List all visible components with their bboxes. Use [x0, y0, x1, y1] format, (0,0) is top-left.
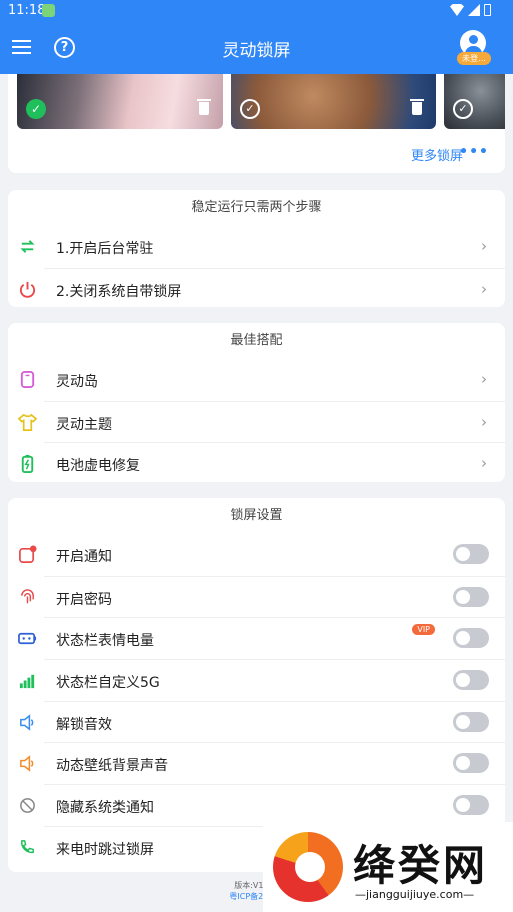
row-label: 电池虚电修复: [56, 458, 140, 475]
watermark-logo: [273, 832, 343, 902]
hide-icon: [20, 798, 35, 814]
wallpaper-thumbnail[interactable]: ✓: [231, 74, 436, 129]
tshirt-icon: [18, 413, 37, 431]
step-row-lockscreen[interactable]: 2.关闭系统自带锁屏 ›: [19, 267, 505, 310]
setting-row-custom-5g[interactable]: 状态栏自定义5G: [19, 659, 505, 701]
battery-status-icon: [484, 4, 491, 16]
login-badge[interactable]: 未登...: [457, 52, 491, 65]
row-label: 开启通知: [56, 549, 112, 565]
app-bar: ? 灵动锁屏 未登...: [0, 22, 513, 74]
phone-icon: [20, 370, 35, 389]
steps-card: 稳定运行只需两个步骤 1.开启后台常驻 › 2.关闭系统自带锁屏 ›: [8, 190, 505, 307]
fingerprint-icon: [21, 588, 34, 603]
wallpaper-card: ✓ ✓ ✓ 更多锁屏 •••: [8, 74, 505, 173]
unselected-check-icon[interactable]: ✓: [240, 99, 260, 119]
more-lockscreens-link[interactable]: 更多锁屏: [411, 145, 463, 164]
chevron-right-icon: ›: [481, 279, 487, 298]
refresh-icon: [20, 240, 35, 253]
app-notification-icon: [42, 4, 55, 17]
row-label: 解锁音效: [56, 716, 112, 733]
status-bar: 11:18: [0, 0, 513, 22]
page-title: 灵动锁屏: [222, 41, 291, 61]
row-dynamic-island[interactable]: 灵动岛 ›: [20, 359, 505, 401]
setting-row-notification[interactable]: 开启通知: [19, 534, 505, 576]
card-title: 最佳搭配: [230, 333, 283, 348]
setting-row-hide-system-notifications[interactable]: 隐藏系统类通知: [20, 784, 505, 826]
row-label: 动态壁纸背景声音: [56, 758, 168, 775]
card-title: 稳定运行只需两个步骤: [191, 200, 322, 215]
lockscreen-settings-card: 锁屏设置 开启通知 开启密码 状态栏表情电量 VIP 状态栏自定义5G 解锁音效…: [8, 498, 505, 872]
row-label: 隐藏系统类通知: [56, 800, 154, 817]
chevron-right-icon: ›: [481, 370, 487, 388]
row-label: 来电时跳过锁屏: [56, 841, 154, 858]
row-label: 灵动主题: [56, 416, 112, 433]
vip-badge: VIP: [412, 624, 435, 636]
unselected-check-icon[interactable]: ✓: [453, 99, 473, 119]
watermark: 绛癸网 —jiangguijiuye.com—: [263, 822, 513, 912]
power-icon: [19, 281, 36, 298]
toggle-switch[interactable]: [453, 628, 489, 649]
delete-icon[interactable]: [197, 99, 211, 115]
best-match-card: 最佳搭配 灵动岛 › 灵动主题 › 电池虚电修复 ›: [8, 323, 505, 482]
card-title: 锁屏设置: [230, 508, 283, 523]
signal-icon: [468, 4, 480, 16]
battery-icon: [21, 455, 34, 474]
row-label: 状态栏自定义5G: [56, 675, 160, 692]
row-label: 2.关闭系统自带锁屏: [56, 283, 182, 300]
selected-check-icon: ✓: [26, 99, 46, 119]
chevron-right-icon: ›: [481, 412, 487, 431]
status-time: 11:18: [8, 3, 46, 18]
row-label: 灵动岛: [56, 374, 98, 390]
notification-icon: [19, 545, 37, 563]
toggle-switch[interactable]: [453, 795, 489, 816]
setting-row-password[interactable]: 开启密码: [21, 575, 505, 618]
setting-row-battery-face[interactable]: 状态栏表情电量 VIP: [18, 617, 505, 659]
wifi-icon: [450, 4, 464, 16]
toggle-switch[interactable]: [453, 711, 489, 732]
battery-face-icon: [18, 633, 37, 645]
speaker-orange-icon: [20, 755, 34, 773]
row-battery-repair[interactable]: 电池虚电修复 ›: [21, 442, 505, 484]
signal-5g-icon: [19, 674, 35, 689]
delete-icon[interactable]: [410, 99, 424, 115]
toggle-switch[interactable]: [453, 670, 489, 691]
chevron-right-icon: ›: [481, 454, 487, 473]
watermark-url: —jiangguijiuye.com—: [355, 888, 475, 901]
toggle-switch[interactable]: [453, 753, 489, 774]
row-label: 1.开启后台常驻: [56, 241, 154, 257]
step-row-background[interactable]: 1.开启后台常驻 ›: [20, 226, 505, 268]
wallpaper-thumbnail[interactable]: ✓: [17, 74, 223, 129]
toggle-switch[interactable]: [453, 586, 489, 607]
setting-row-live-wallpaper-sound[interactable]: 动态壁纸背景声音: [20, 742, 505, 784]
more-dots-icon[interactable]: •••: [459, 144, 489, 160]
phone-call-icon: [21, 839, 34, 853]
row-label: 开启密码: [56, 591, 112, 608]
chevron-right-icon: ›: [481, 237, 487, 255]
row-theme[interactable]: 灵动主题 ›: [18, 400, 505, 443]
status-icons: [450, 4, 491, 16]
setting-row-unlock-sound[interactable]: 解锁音效: [20, 700, 505, 743]
row-label: 状态栏表情电量: [56, 633, 154, 650]
wallpaper-thumbnail[interactable]: ✓: [444, 74, 505, 129]
speaker-icon: [20, 714, 34, 731]
toggle-switch[interactable]: [453, 544, 489, 564]
watermark-title: 绛癸网: [353, 841, 489, 890]
